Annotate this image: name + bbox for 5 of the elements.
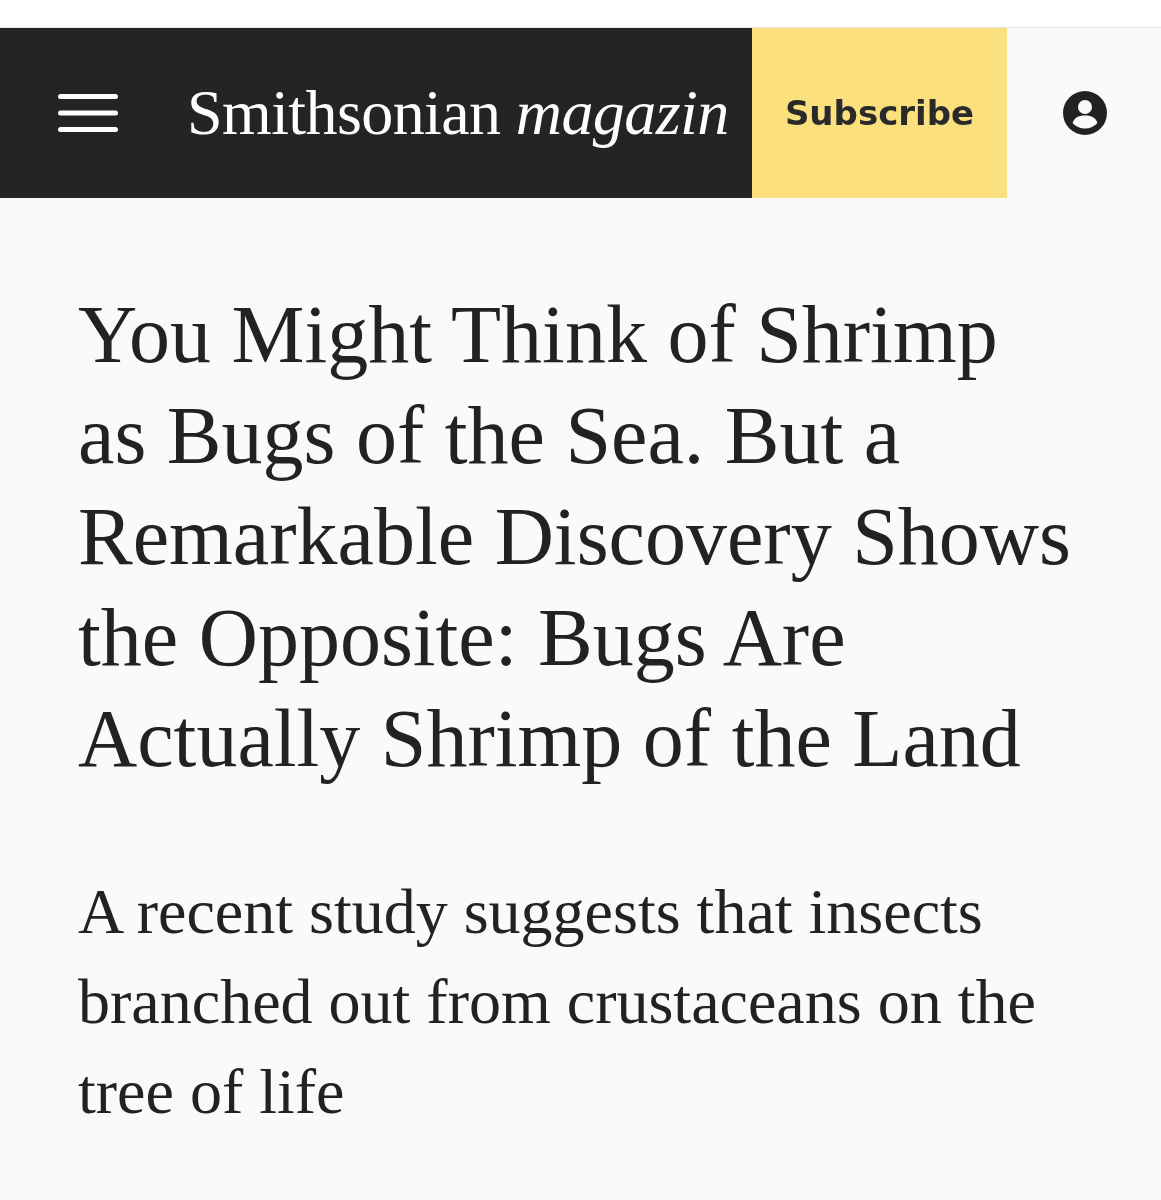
article-subtitle: A recent study suggests that insects branched out from crustaceans on the tree of life [78, 875, 1037, 1129]
menu-icon[interactable] [58, 94, 118, 132]
subscribe-button[interactable]: Subscribe [752, 28, 1007, 198]
article-headline: You Might Think of Shrimp as Bugs of the Sea. But a Remarkable Discovery Shows the Opposite: Bugs Are Actually Shrimp of the Land [78, 288, 1072, 786]
account-icon[interactable] [1063, 91, 1107, 135]
